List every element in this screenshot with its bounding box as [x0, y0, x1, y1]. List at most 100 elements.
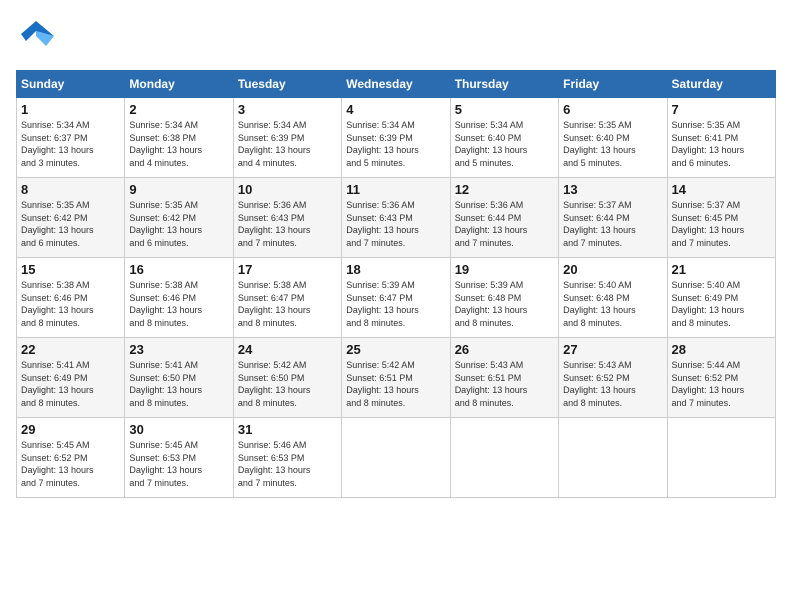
calendar-cell: 1Sunrise: 5:34 AM Sunset: 6:37 PM Daylig… [17, 98, 125, 178]
day-number: 19 [455, 262, 554, 277]
day-number: 20 [563, 262, 662, 277]
calendar-cell: 8 Sunrise: 5:35 AM Sunset: 6:42 PM Daylig… [17, 178, 125, 258]
calendar-cell: 26 Sunrise: 5:43 AM Sunset: 6:51 PM Dayli… [450, 338, 558, 418]
calendar-cell: 25 Sunrise: 5:42 AM Sunset: 6:51 PM Dayli… [342, 338, 450, 418]
day-number: 27 [563, 342, 662, 357]
day-info: Sunrise: 5:39 AM Sunset: 6:47 PM Dayligh… [346, 279, 445, 329]
calendar-week-3: 15 Sunrise: 5:38 AM Sunset: 6:46 PM Dayli… [17, 258, 776, 338]
day-number: 11 [346, 182, 445, 197]
calendar-cell: 27Sunrise: 5:43 AM Sunset: 6:52 PM Dayli… [559, 338, 667, 418]
day-info: Sunrise: 5:40 AM Sunset: 6:49 PM Dayligh… [672, 279, 771, 329]
day-info: Sunrise: 5:41 AM Sunset: 6:50 PM Dayligh… [129, 359, 228, 409]
day-number: 6 [563, 102, 662, 117]
col-sunday: Sunday [17, 71, 125, 98]
calendar-week-4: 22 Sunrise: 5:41 AM Sunset: 6:49 PM Dayli… [17, 338, 776, 418]
calendar-cell: 29 Sunrise: 5:45 AM Sunset: 6:52 PM Dayli… [17, 418, 125, 498]
calendar-cell: 9 Sunrise: 5:35 AM Sunset: 6:42 PM Daylig… [125, 178, 233, 258]
calendar-cell: 22 Sunrise: 5:41 AM Sunset: 6:49 PM Dayli… [17, 338, 125, 418]
day-info: Sunrise: 5:35 AM Sunset: 6:41 PM Dayligh… [672, 119, 771, 169]
calendar-week-1: 1Sunrise: 5:34 AM Sunset: 6:37 PM Daylig… [17, 98, 776, 178]
logo-bird-icon [16, 16, 56, 62]
day-info: Sunrise: 5:34 AM Sunset: 6:37 PM Dayligh… [21, 119, 120, 169]
day-info: Sunrise: 5:34 AM Sunset: 6:39 PM Dayligh… [346, 119, 445, 169]
day-number: 7 [672, 102, 771, 117]
day-number: 26 [455, 342, 554, 357]
day-info: Sunrise: 5:34 AM Sunset: 6:38 PM Dayligh… [129, 119, 228, 169]
calendar-cell: 4 Sunrise: 5:34 AM Sunset: 6:39 PM Daylig… [342, 98, 450, 178]
calendar-cell [342, 418, 450, 498]
day-number: 15 [21, 262, 120, 277]
day-number: 28 [672, 342, 771, 357]
day-info: Sunrise: 5:38 AM Sunset: 6:46 PM Dayligh… [129, 279, 228, 329]
calendar-cell: 18 Sunrise: 5:39 AM Sunset: 6:47 PM Dayli… [342, 258, 450, 338]
calendar-cell: 17 Sunrise: 5:38 AM Sunset: 6:47 PM Dayli… [233, 258, 341, 338]
calendar-cell [559, 418, 667, 498]
day-info: Sunrise: 5:35 AM Sunset: 6:42 PM Dayligh… [129, 199, 228, 249]
day-number: 8 [21, 182, 120, 197]
day-number: 29 [21, 422, 120, 437]
day-number: 18 [346, 262, 445, 277]
day-number: 2 [129, 102, 228, 117]
day-number: 10 [238, 182, 337, 197]
day-number: 24 [238, 342, 337, 357]
day-info: Sunrise: 5:45 AM Sunset: 6:52 PM Dayligh… [21, 439, 120, 489]
day-info: Sunrise: 5:45 AM Sunset: 6:53 PM Dayligh… [129, 439, 228, 489]
col-friday: Friday [559, 71, 667, 98]
col-saturday: Saturday [667, 71, 775, 98]
day-info: Sunrise: 5:46 AM Sunset: 6:53 PM Dayligh… [238, 439, 337, 489]
col-thursday: Thursday [450, 71, 558, 98]
day-number: 17 [238, 262, 337, 277]
day-number: 12 [455, 182, 554, 197]
day-number: 14 [672, 182, 771, 197]
calendar-cell: 2 Sunrise: 5:34 AM Sunset: 6:38 PM Daylig… [125, 98, 233, 178]
day-info: Sunrise: 5:37 AM Sunset: 6:45 PM Dayligh… [672, 199, 771, 249]
day-info: Sunrise: 5:44 AM Sunset: 6:52 PM Dayligh… [672, 359, 771, 409]
day-info: Sunrise: 5:35 AM Sunset: 6:40 PM Dayligh… [563, 119, 662, 169]
day-info: Sunrise: 5:36 AM Sunset: 6:43 PM Dayligh… [346, 199, 445, 249]
calendar-cell: 10 Sunrise: 5:36 AM Sunset: 6:43 PM Dayli… [233, 178, 341, 258]
day-info: Sunrise: 5:38 AM Sunset: 6:47 PM Dayligh… [238, 279, 337, 329]
day-info: Sunrise: 5:38 AM Sunset: 6:46 PM Dayligh… [21, 279, 120, 329]
calendar-cell [667, 418, 775, 498]
calendar-cell: 23 Sunrise: 5:41 AM Sunset: 6:50 PM Dayli… [125, 338, 233, 418]
calendar-cell: 6 Sunrise: 5:35 AM Sunset: 6:40 PM Daylig… [559, 98, 667, 178]
day-number: 23 [129, 342, 228, 357]
day-info: Sunrise: 5:36 AM Sunset: 6:43 PM Dayligh… [238, 199, 337, 249]
day-number: 22 [21, 342, 120, 357]
day-number: 25 [346, 342, 445, 357]
day-info: Sunrise: 5:42 AM Sunset: 6:50 PM Dayligh… [238, 359, 337, 409]
day-info: Sunrise: 5:34 AM Sunset: 6:39 PM Dayligh… [238, 119, 337, 169]
calendar-cell: 5Sunrise: 5:34 AM Sunset: 6:40 PM Daylig… [450, 98, 558, 178]
day-info: Sunrise: 5:35 AM Sunset: 6:42 PM Dayligh… [21, 199, 120, 249]
col-tuesday: Tuesday [233, 71, 341, 98]
bird-svg [16, 16, 56, 56]
calendar-week-2: 8 Sunrise: 5:35 AM Sunset: 6:42 PM Daylig… [17, 178, 776, 258]
calendar-cell: 11 Sunrise: 5:36 AM Sunset: 6:43 PM Dayli… [342, 178, 450, 258]
day-info: Sunrise: 5:42 AM Sunset: 6:51 PM Dayligh… [346, 359, 445, 409]
calendar-week-5: 29 Sunrise: 5:45 AM Sunset: 6:52 PM Dayli… [17, 418, 776, 498]
calendar-cell: 16Sunrise: 5:38 AM Sunset: 6:46 PM Dayli… [125, 258, 233, 338]
day-number: 4 [346, 102, 445, 117]
day-info: Sunrise: 5:43 AM Sunset: 6:51 PM Dayligh… [455, 359, 554, 409]
day-number: 9 [129, 182, 228, 197]
calendar-cell: 24 Sunrise: 5:42 AM Sunset: 6:50 PM Dayli… [233, 338, 341, 418]
day-number: 3 [238, 102, 337, 117]
calendar-cell: 31Sunrise: 5:46 AM Sunset: 6:53 PM Dayli… [233, 418, 341, 498]
day-info: Sunrise: 5:40 AM Sunset: 6:48 PM Dayligh… [563, 279, 662, 329]
calendar-cell: 20 Sunrise: 5:40 AM Sunset: 6:48 PM Dayli… [559, 258, 667, 338]
calendar-cell: 21Sunrise: 5:40 AM Sunset: 6:49 PM Dayli… [667, 258, 775, 338]
calendar-cell: 30Sunrise: 5:45 AM Sunset: 6:53 PM Dayli… [125, 418, 233, 498]
page-container: Sunday Monday Tuesday Wednesday Thursday… [16, 16, 776, 498]
col-monday: Monday [125, 71, 233, 98]
day-info: Sunrise: 5:37 AM Sunset: 6:44 PM Dayligh… [563, 199, 662, 249]
calendar-cell: 3 Sunrise: 5:34 AM Sunset: 6:39 PM Daylig… [233, 98, 341, 178]
calendar-cell: 14 Sunrise: 5:37 AM Sunset: 6:45 PM Dayli… [667, 178, 775, 258]
day-info: Sunrise: 5:34 AM Sunset: 6:40 PM Dayligh… [455, 119, 554, 169]
logo [16, 16, 62, 62]
day-info: Sunrise: 5:39 AM Sunset: 6:48 PM Dayligh… [455, 279, 554, 329]
day-info: Sunrise: 5:41 AM Sunset: 6:49 PM Dayligh… [21, 359, 120, 409]
day-info: Sunrise: 5:36 AM Sunset: 6:44 PM Dayligh… [455, 199, 554, 249]
calendar-header-row: Sunday Monday Tuesday Wednesday Thursday… [17, 71, 776, 98]
calendar-cell: 13Sunrise: 5:37 AM Sunset: 6:44 PM Dayli… [559, 178, 667, 258]
calendar-table: Sunday Monday Tuesday Wednesday Thursday… [16, 70, 776, 498]
